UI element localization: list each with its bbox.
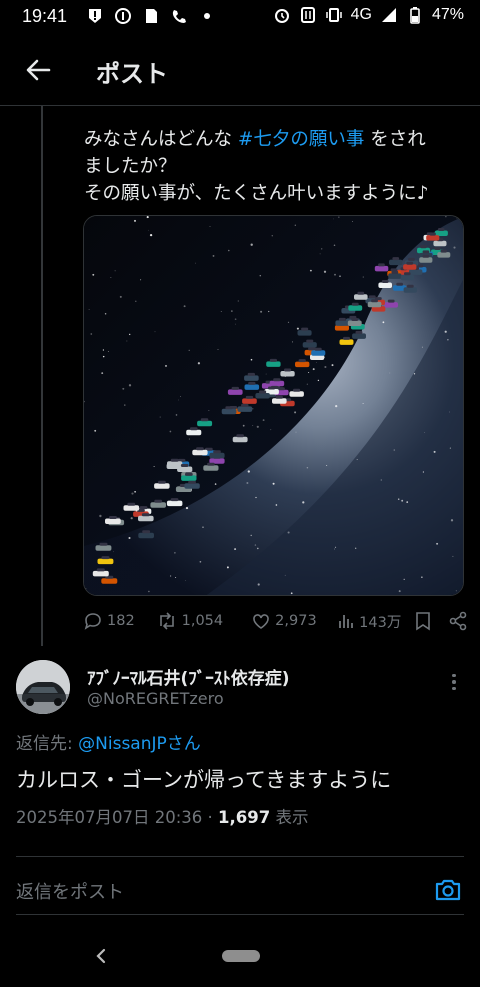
milky-way-cars-image [84, 216, 463, 595]
analytics-icon [339, 615, 354, 628]
reply-action[interactable]: 182 [83, 611, 156, 631]
repost-action[interactable]: 1,054 [156, 611, 252, 631]
battery-level: 47% [431, 6, 464, 23]
heart-icon [253, 614, 269, 629]
car-avatar-image [16, 660, 70, 714]
reply-display-name[interactable]: ｱﾌﾞﾉｰﾏﾙ石井(ﾌﾞｰｽﾄ依存症) [87, 664, 290, 689]
tweet-actions: 182 1,054 2,973 143万 [83, 608, 468, 634]
tweet-text-line3: その願い事が、たくさん叶いますように♪ [84, 183, 429, 204]
tweet-text-prefix: みなさんはどんな [84, 129, 238, 150]
camera-icon[interactable] [434, 876, 462, 904]
share-action[interactable] [448, 611, 468, 631]
reply-handle[interactable]: @NoREGRETzero [87, 689, 224, 708]
reply-input[interactable]: 返信をポスト [16, 878, 124, 904]
page-title: ポスト [96, 60, 168, 88]
reply-to-line: 返信先: @NissanJPさん [16, 729, 201, 754]
divider [16, 856, 464, 857]
reply-text: カルロス・ゴーンが帰ってきますように [16, 768, 392, 792]
repost-count: 1,054 [181, 613, 224, 629]
info-circle-icon [115, 8, 131, 24]
avatar[interactable] [16, 660, 70, 714]
reply-composer: 返信をポスト [0, 866, 480, 916]
status-time: 19:41 [22, 6, 68, 26]
thread-connector [41, 106, 43, 646]
view-count: 143万 [359, 614, 402, 631]
vibrate-icon [325, 8, 342, 22]
tweet-text-line2: ましたか？ [84, 156, 177, 177]
tweet-image[interactable] [83, 215, 464, 596]
home-gesture-pill[interactable] [222, 950, 260, 962]
hashtag-link[interactable]: #七夕の願い事 [238, 129, 365, 150]
system-icons: 4G 47% [273, 6, 464, 24]
signal-icon [381, 8, 396, 22]
more-options-button[interactable] [442, 670, 466, 694]
bookmark-icon [415, 612, 430, 631]
alarm-icon [274, 9, 289, 23]
app-header: ポスト [0, 40, 480, 106]
reply-view-label: 表示 [270, 808, 309, 827]
divider [16, 914, 464, 915]
reply-to-label: 返信先: [16, 734, 79, 754]
like-count: 2,973 [275, 613, 317, 629]
comment-icon [84, 613, 101, 630]
system-nav-bar [0, 930, 480, 987]
like-action[interactable]: 2,973 [251, 611, 337, 631]
reply-count: 182 [107, 613, 135, 629]
reply-view-count: 1,697 [218, 808, 271, 827]
network-type: 4G [350, 6, 372, 23]
nfc-icon [300, 7, 315, 23]
back-button[interactable] [20, 52, 56, 88]
tweet-text-suffix: をされ [364, 129, 426, 150]
dot-icon [204, 13, 210, 19]
reply-meta: 2025年07月07日 20:36 · 1,697 表示 [16, 804, 308, 828]
call-icon [172, 10, 186, 23]
sd-card-icon [146, 9, 157, 23]
alert-icon [89, 9, 101, 23]
repost-icon [159, 612, 174, 630]
views-action[interactable]: 143万 [337, 611, 413, 632]
notification-icons [86, 7, 216, 25]
battery-icon [410, 7, 420, 24]
reply-date[interactable]: 2025年07月07日 20:36 · [16, 808, 218, 827]
tweet-text: みなさんはどんな #七夕の願い事 をされ ましたか？ その願い事が、たくさん叶い… [84, 126, 464, 207]
share-icon [449, 611, 467, 631]
arrow-left-icon [26, 59, 51, 81]
status-bar: 19:41 4G 47% [0, 0, 480, 34]
bookmark-action[interactable] [414, 611, 448, 631]
nav-back-icon[interactable] [92, 944, 110, 968]
reply-to-mention[interactable]: @NissanJPさん [78, 734, 201, 754]
